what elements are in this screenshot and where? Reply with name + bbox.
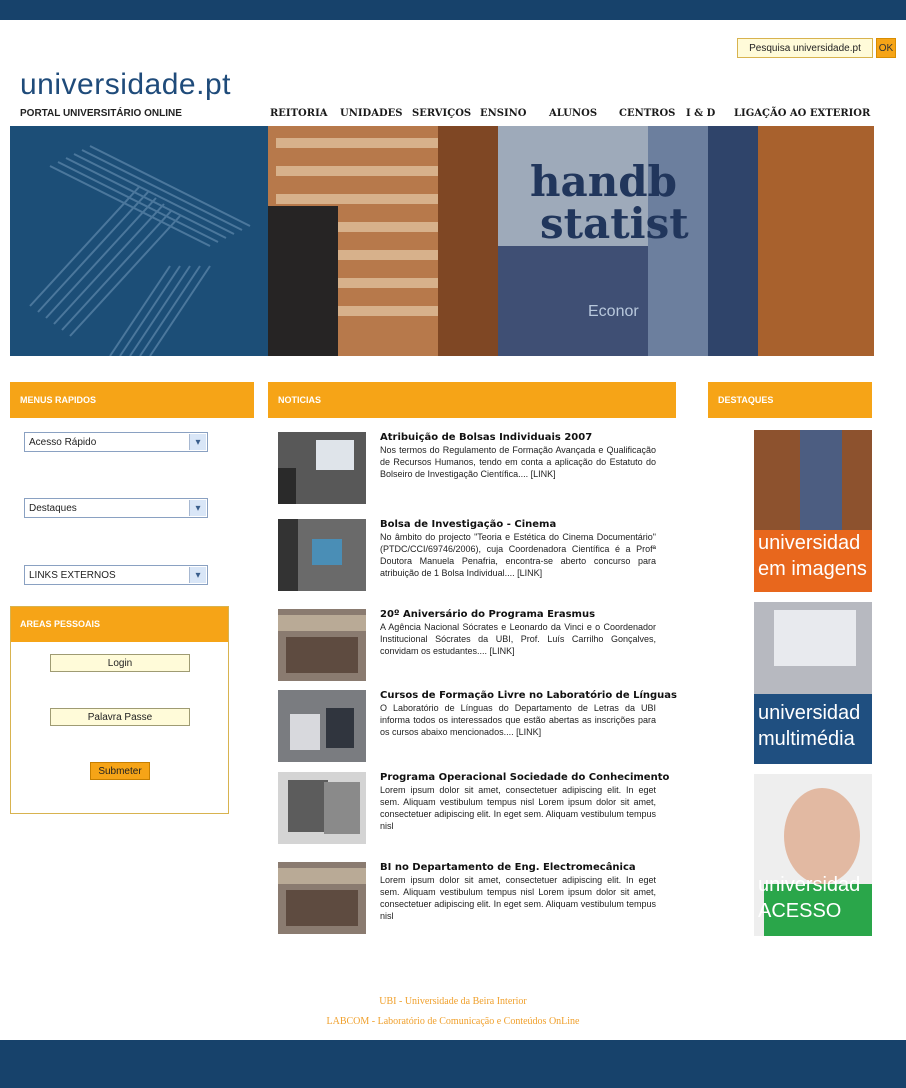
top-bar: [0, 0, 906, 20]
destaques-header: DESTAQUES: [708, 382, 872, 418]
nav-alunos[interactable]: ALUNOS: [549, 108, 597, 119]
news-thumbnail[interactable]: [278, 519, 366, 591]
links-externos-select[interactable]: LINKS EXTERNOS ▾: [24, 565, 208, 585]
submit-button[interactable]: Submeter: [90, 762, 150, 780]
destaques-select[interactable]: Destaques ▾: [24, 498, 208, 518]
bottom-bar: [0, 1040, 906, 1088]
hero-pattern-graphic: [29, 145, 251, 356]
site-tagline: PORTAL UNIVERSITÁRIO ONLINE: [20, 108, 182, 119]
search-ok-button[interactable]: OK: [876, 38, 896, 58]
feature-line1: universidad: [758, 532, 861, 554]
acesso-rapido-value: Acesso Rápido: [29, 436, 97, 448]
news-body: A Agência Nacional Sócrates e Leonardo d…: [380, 622, 656, 656]
hero-library-image: handb statist Econor: [268, 126, 874, 356]
news-body: Lorem ipsum dolor sit amet, consectetuer…: [380, 875, 656, 921]
nav-reitoria[interactable]: REITORIA: [270, 108, 328, 119]
feature-line1: universidad: [758, 874, 861, 896]
nav-centros[interactable]: CENTROS: [619, 108, 675, 119]
feature-universidade-multimedia[interactable]: universidad multimédia: [754, 602, 872, 764]
chevron-down-icon[interactable]: ▾: [189, 567, 206, 583]
news-thumbnail[interactable]: [278, 862, 366, 934]
news-body: O Laboratório de Línguas do Departamento…: [380, 703, 656, 737]
menus-rapidos-header: MENUS RAPIDOS: [10, 382, 254, 418]
feature-line2: ACESSO: [758, 900, 842, 922]
chevron-down-icon[interactable]: ▾: [189, 434, 206, 450]
search-input[interactable]: Pesquisa universidade.pt: [737, 38, 873, 58]
noticias-header: NOTICIAS: [268, 382, 676, 418]
news-title[interactable]: Cursos de Formação Livre no Laboratório …: [380, 690, 677, 701]
book-spine-text: Econor: [588, 303, 639, 320]
news-thumbnail[interactable]: [278, 432, 366, 504]
nav-servicos[interactable]: SERVIÇOS: [412, 108, 471, 119]
hero-pattern-panel: [10, 126, 268, 356]
news-title[interactable]: Programa Operacional Sociedade do Conhec…: [380, 772, 669, 783]
news-title[interactable]: Bolsa de Investigação - Cinema: [380, 519, 556, 530]
links-externos-value: LINKS EXTERNOS: [29, 569, 116, 581]
feature-line2: em imagens: [758, 558, 867, 580]
news-title[interactable]: 20º Aniversário do Programa Erasmus: [380, 609, 595, 620]
acesso-rapido-select[interactable]: Acesso Rápido ▾: [24, 432, 208, 452]
feature-line1: universidad: [758, 702, 861, 724]
feature-universidade-acesso[interactable]: universidad ACESSO: [754, 774, 872, 936]
news-thumbnail[interactable]: [278, 772, 366, 844]
login-field[interactable]: Login: [50, 654, 190, 672]
news-thumbnail[interactable]: [278, 609, 366, 681]
feature-universidade-em-imagens[interactable]: universidad em imagens: [754, 430, 872, 592]
book-subtitle-text: statist: [540, 199, 689, 248]
nav-unidades[interactable]: UNIDADES: [340, 108, 403, 119]
feature-line2: multimédia: [758, 728, 855, 750]
chevron-down-icon[interactable]: ▾: [189, 500, 206, 516]
news-title[interactable]: BI no Departamento de Eng. Electromecâni…: [380, 862, 636, 873]
library-photo: handb statist Econor: [268, 126, 874, 356]
footer-ubi[interactable]: UBI - Universidade da Beira Interior: [0, 996, 906, 1007]
nav-ensino[interactable]: ENSINO: [480, 108, 527, 119]
destaques-select-value: Destaques: [29, 502, 77, 514]
news-title[interactable]: Atribuição de Bolsas Individuais 2007: [380, 432, 592, 443]
news-body: No âmbito do projecto "Teoria e Estética…: [380, 532, 656, 578]
footer-labcom[interactable]: LABCOM - Laboratório de Comunicação e Co…: [0, 1016, 906, 1027]
news-body: Nos termos do Regulamento de Formação Av…: [380, 445, 656, 479]
nav-i-d[interactable]: I & D: [686, 108, 715, 119]
news-thumbnail[interactable]: [278, 690, 366, 762]
nav-ligacao-exterior[interactable]: LIGAÇÃO AO EXTERIOR: [734, 108, 870, 119]
site-logo[interactable]: universidade.pt: [20, 68, 231, 102]
news-body: Lorem ipsum dolor sit amet, consectetuer…: [380, 785, 656, 831]
password-field[interactable]: Palavra Passe: [50, 708, 190, 726]
